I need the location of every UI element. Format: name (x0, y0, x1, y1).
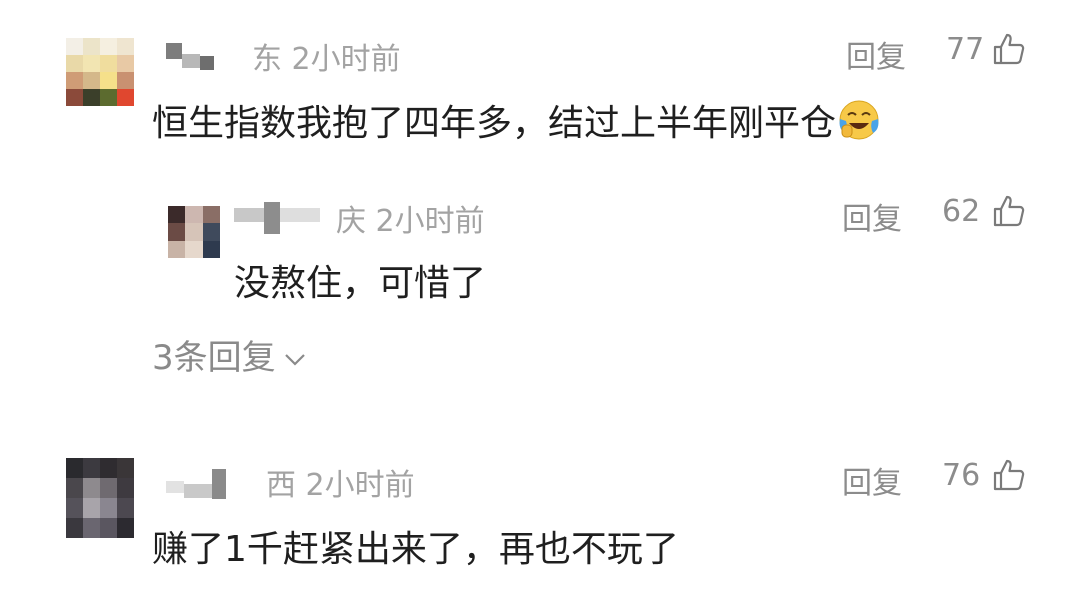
username-blurred[interactable] (166, 38, 214, 74)
chevron-down-icon (284, 353, 305, 366)
like-count: 62 (942, 194, 981, 229)
avatar[interactable] (66, 458, 134, 538)
thumbs-up-icon[interactable] (992, 194, 1026, 228)
avatar[interactable] (66, 38, 134, 106)
username-blurred[interactable] (234, 200, 320, 236)
location-time: 西 2小时前 (266, 468, 415, 503)
comment-text: 恒生指数我抱了四年多，结过上半年刚平仓 (152, 94, 880, 146)
reply-button[interactable]: 回复 (846, 32, 906, 76)
location-time: 东 2小时前 (252, 42, 401, 77)
comment-text: 赚了1千赶紧出来了，再也不玩了 (152, 529, 679, 570)
avatar[interactable] (168, 206, 220, 258)
more-replies-label: 3条回复 (152, 338, 276, 378)
location-time: 庆 2小时前 (336, 204, 485, 239)
username-blurred[interactable] (166, 466, 226, 502)
more-replies-link[interactable]: 3条回复 (152, 330, 306, 379)
reply-button[interactable]: 回复 (842, 194, 902, 238)
crying-laughing-emoji-icon (839, 100, 879, 140)
like-count: 76 (942, 458, 981, 493)
thumbs-up-icon[interactable] (992, 32, 1026, 66)
reply-button[interactable]: 回复 (842, 458, 902, 502)
reply-text: 没熬住，可惜了 (234, 263, 487, 304)
thumbs-up-icon[interactable] (992, 458, 1026, 492)
like-count: 77 (946, 32, 985, 67)
